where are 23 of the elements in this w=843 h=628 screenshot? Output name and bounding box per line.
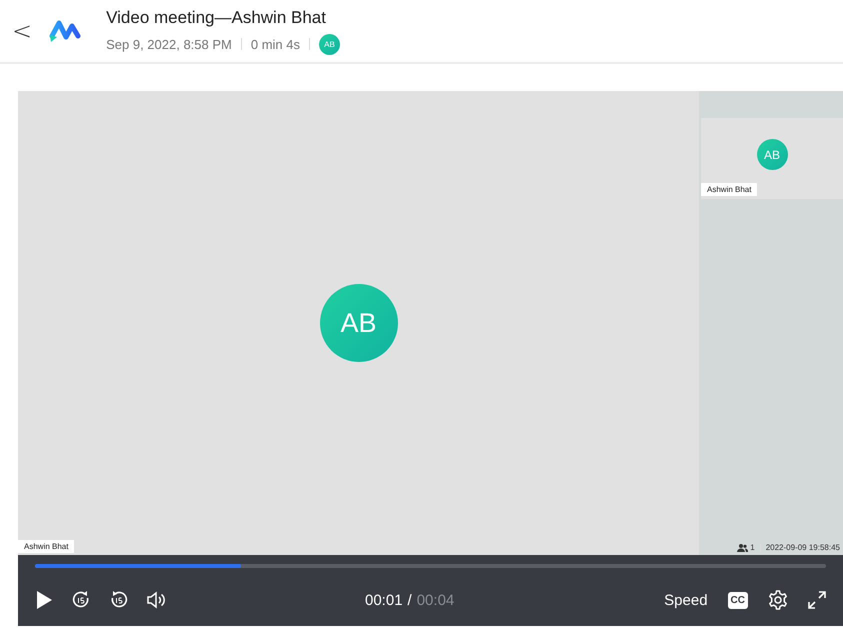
participant-name: Ashwin Bhat [701,183,758,196]
total-time: 00:04 [416,592,454,608]
recording-timestamp: 2022-09-09 19:58:45 [766,543,840,552]
time-separator: / [408,592,412,608]
back-button[interactable]: < [8,17,36,45]
meeting-duration: 0 min 4s [250,36,300,52]
captions-button[interactable]: CC [728,592,748,608]
participant-name: Ashwin Bhat [18,540,74,553]
fullscreen-button[interactable] [808,591,826,609]
participant-avatar: AB [320,284,398,362]
volume-button[interactable] [147,591,167,609]
logo-icon [48,18,82,44]
settings-button[interactable] [768,590,788,610]
meeting-title: Video meeting—Ashwin Bhat [106,8,327,28]
forward-15-button[interactable] [109,590,129,610]
play-button[interactable] [35,590,53,610]
current-time: 00:01 [365,592,403,608]
participant-count: 1 [750,543,755,552]
meeting-date: Sep 9, 2022, 8:58 PM [106,36,232,52]
speed-button[interactable]: Speed [664,592,708,608]
participant-avatar: AB [756,139,788,170]
people-icon [737,544,748,552]
rewind-15-button[interactable] [71,590,91,610]
